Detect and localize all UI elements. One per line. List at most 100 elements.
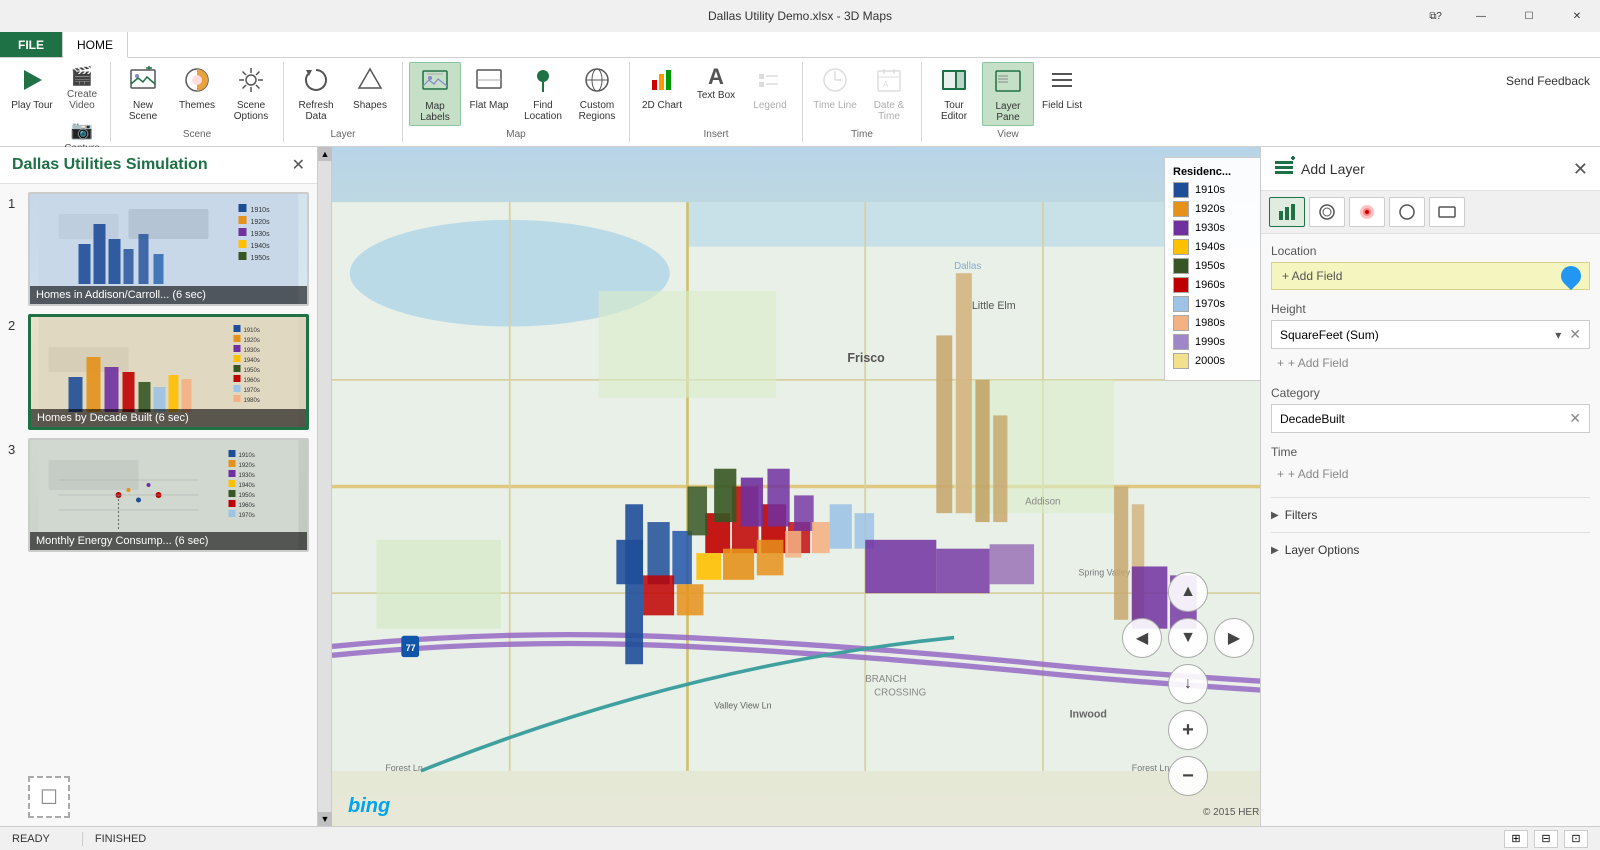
refresh-data-label: Refresh Data [292, 100, 340, 122]
layer-pane-icon [994, 67, 1022, 99]
svg-text:1970s: 1970s [244, 388, 260, 394]
scene-thumbnail-1[interactable]: 1910s 1920s 1930s 1940s 1950s Homes in A… [28, 192, 309, 306]
nav-left-button[interactable]: ◀ [1122, 618, 1162, 658]
shapes-icon [356, 66, 384, 98]
minimize-button[interactable]: — [1458, 0, 1504, 32]
nav-right-button[interactable]: ▶ [1214, 618, 1254, 658]
location-add-field-label: + Add Field [1282, 269, 1342, 283]
help-button[interactable]: ? [1416, 0, 1462, 32]
find-location-button[interactable]: Find Location [517, 62, 569, 126]
create-video-button[interactable]: 🎬 Create Video [60, 62, 104, 115]
legend-item-9: 2000s [1173, 353, 1255, 369]
time-add-field-button[interactable]: + + Add Field [1271, 463, 1590, 485]
create-video-icon: 🎬 [71, 66, 93, 87]
play-tour-button[interactable]: Play Tour [6, 62, 58, 126]
status-bar-right: ⊞ ⊟ ⊡ [1504, 830, 1588, 848]
map-scrollbar[interactable]: ▲ ▼ [318, 147, 332, 826]
scene-options-button[interactable]: Scene Options [225, 62, 277, 126]
category-field-dropdown[interactable]: DecadeBuilt ✕ [1271, 404, 1590, 433]
map-labels-button[interactable]: Map Labels [409, 62, 461, 126]
status-bar: READY FINISHED ⊞ ⊟ ⊡ [0, 826, 1600, 850]
zoom-out-button[interactable]: − [1168, 756, 1208, 796]
field-list-label: Field List [1042, 100, 1082, 111]
custom-regions-button[interactable]: Custom Regions [571, 62, 623, 126]
find-location-icon [529, 66, 557, 98]
new-scene-button[interactable]: New Scene [117, 62, 169, 126]
scene-thumbnail-2[interactable]: 1910s 1920s 1930s 1940s 1950s 1960s [28, 314, 309, 430]
nav-down-button[interactable]: ▼ [1168, 618, 1208, 658]
scrollbar-down-button[interactable]: ▼ [318, 812, 332, 826]
close-panel-button[interactable]: ✕ [292, 155, 305, 175]
status-view-btn-2[interactable]: ⊟ [1534, 830, 1558, 848]
map-controls: ▲ ◀ ▼ ▶ ↓ + − [1122, 572, 1254, 796]
date-time-button[interactable]: A Date & Time [863, 62, 915, 126]
legend-color-2 [1173, 220, 1189, 236]
scene-item-1[interactable]: 1 [8, 192, 309, 306]
tour-editor-button[interactable]: Tour Editor [928, 62, 980, 126]
themes-button[interactable]: Themes [171, 62, 223, 126]
maximize-button[interactable]: ☐ [1506, 0, 1552, 32]
layer-options-header[interactable]: ▶ Layer Options [1271, 541, 1590, 559]
location-add-field-button[interactable]: + Add Field [1271, 262, 1590, 290]
layer-type-bubble-button[interactable] [1309, 197, 1345, 227]
status-view-btn-3[interactable]: ⊡ [1564, 830, 1588, 848]
layer-pane-button[interactable]: Layer Pane [982, 62, 1034, 126]
tab-file[interactable]: FILE [0, 32, 63, 57]
height-field-dropdown[interactable]: SquareFeet (Sum) ▾ ✕ [1271, 320, 1590, 349]
legend-label-4: 1950s [1195, 260, 1225, 272]
layer-type-stacked-button[interactable] [1269, 197, 1305, 227]
status-view-btn-1[interactable]: ⊞ [1504, 830, 1528, 848]
capture-screen-icon: 📷 [71, 120, 93, 141]
height-dropdown-arrow[interactable]: ▾ [1555, 328, 1561, 342]
svg-text:1950s: 1950s [244, 368, 260, 374]
flat-map-button[interactable]: Flat Map [463, 62, 515, 126]
add-layer-button[interactable]: Add Layer [1273, 155, 1365, 182]
filters-header[interactable]: ▶ Filters [1271, 506, 1590, 524]
scene-item-2[interactable]: 2 [8, 314, 309, 430]
svg-text:1950s: 1950s [251, 255, 271, 262]
chart-button[interactable]: 2D Chart [636, 62, 688, 126]
send-feedback-link[interactable]: Send Feedback [1506, 74, 1590, 88]
close-button[interactable]: ✕ [1554, 0, 1600, 32]
nav-up-button[interactable]: ▲ [1168, 572, 1208, 612]
height-add-field-button[interactable]: + + Add Field [1271, 352, 1590, 374]
legend-color-3 [1173, 239, 1189, 255]
right-panel-header: Add Layer ✕ [1261, 147, 1600, 191]
layer-type-heat-button[interactable] [1349, 197, 1385, 227]
category-remove-button[interactable]: ✕ [1569, 410, 1581, 427]
right-panel-toolbar [1261, 191, 1600, 234]
zoom-in-button[interactable]: + [1168, 710, 1208, 750]
tilt-button[interactable]: ↓ [1168, 664, 1208, 704]
refresh-data-button[interactable]: Refresh Data [290, 62, 342, 126]
refresh-data-icon [302, 66, 330, 98]
shapes-button[interactable]: Shapes [344, 62, 396, 126]
view-group-label: View [997, 129, 1019, 142]
height-remove-button[interactable]: ✕ [1569, 326, 1581, 343]
layer-options-chevron: ▶ [1271, 545, 1279, 556]
scene-thumbnail-3[interactable]: 1910s 1920s 1930s 1940s 1950s 1960s [28, 438, 309, 552]
layer-group-label: Layer [330, 129, 355, 142]
legend-button[interactable]: Legend [744, 62, 796, 126]
add-scene-button[interactable]: ☐ [28, 776, 70, 818]
close-right-panel-button[interactable]: ✕ [1573, 160, 1588, 178]
svg-text:Inwood: Inwood [1070, 709, 1107, 721]
layer-type-other-button[interactable] [1429, 197, 1465, 227]
themes-icon [183, 66, 211, 98]
layer-options-label: Layer Options [1285, 543, 1360, 557]
field-list-button[interactable]: Field List [1036, 62, 1088, 126]
time-line-button[interactable]: Time Line [809, 62, 861, 126]
legend-label-6: 1970s [1195, 298, 1225, 310]
themes-label: Themes [179, 100, 215, 111]
scrollbar-up-button[interactable]: ▲ [318, 147, 332, 161]
legend-color-8 [1173, 334, 1189, 350]
legend-color-0 [1173, 182, 1189, 198]
svg-text:1940s: 1940s [251, 243, 271, 250]
layer-type-region-button[interactable] [1389, 197, 1425, 227]
legend-color-6 [1173, 296, 1189, 312]
scene-item-3[interactable]: 3 [8, 438, 309, 552]
map-legend: Residenc... 1910s 1920s 1930s 1940s [1164, 157, 1260, 381]
legend-item-8: 1990s [1173, 334, 1255, 350]
text-box-button[interactable]: A Text Box [690, 62, 742, 126]
tab-home[interactable]: HOME [63, 32, 128, 58]
add-layer-icon [1273, 155, 1295, 182]
